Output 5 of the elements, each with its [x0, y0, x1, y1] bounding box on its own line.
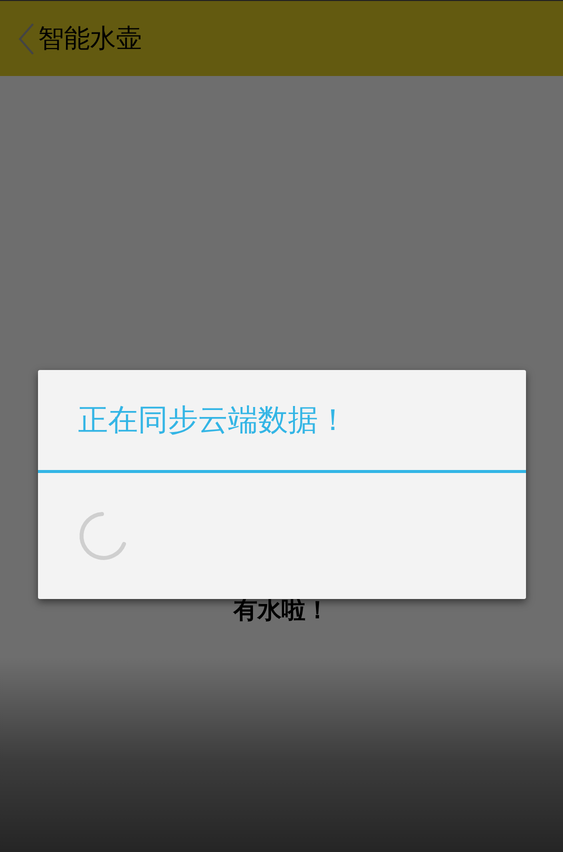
- app-title: 智能水壶: [38, 23, 142, 56]
- dialog-title: 正在同步云端数据！: [77, 402, 349, 440]
- back-icon: [16, 22, 36, 56]
- back-button[interactable]: [16, 22, 36, 56]
- status-message: 有水啦！: [234, 595, 330, 626]
